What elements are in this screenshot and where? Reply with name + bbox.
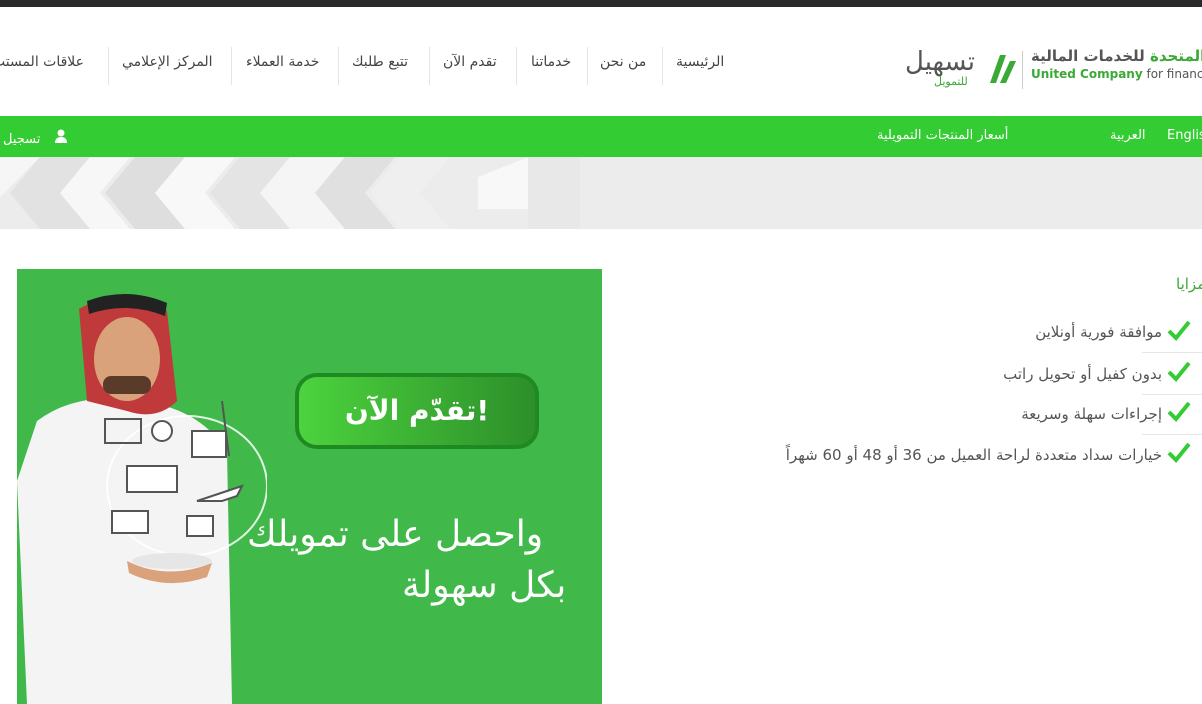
- feature-item: بدون كفيل أو تحويل راتب: [1003, 365, 1162, 383]
- nav-services[interactable]: خدماتنا: [531, 53, 571, 93]
- check-icon: [1167, 361, 1191, 382]
- nav-track-request[interactable]: تتبع طلبك: [352, 53, 408, 93]
- browser-top-strip: [0, 0, 1202, 7]
- nav-divider: [231, 47, 232, 85]
- feature-divider: [1142, 394, 1202, 395]
- banner-headline-line1: واحصل على تمويلك: [247, 514, 544, 555]
- register-link[interactable]: تسجيل: [3, 128, 67, 147]
- apply-now-button[interactable]: تقدّم الآن!: [295, 373, 539, 449]
- language-arabic-link[interactable]: العربية: [1110, 128, 1146, 143]
- nav-about[interactable]: من نحن: [600, 53, 646, 93]
- nav-divider: [662, 47, 663, 85]
- decorative-pattern-band: [0, 157, 1202, 229]
- language-english-link[interactable]: Englis: [1167, 128, 1202, 143]
- nav-apply-now[interactable]: تقدم الآن: [443, 53, 497, 93]
- man-illustration: [17, 293, 267, 704]
- check-icon: [1167, 401, 1191, 422]
- check-icon: [1167, 442, 1191, 463]
- nav-divider: [108, 47, 109, 85]
- check-icon: [1167, 320, 1191, 341]
- logo-arabic-name: المتحدة للخدمات المالية: [1031, 47, 1202, 65]
- logo-english-name: United Company for financia: [1031, 67, 1202, 81]
- nav-customer-service[interactable]: خدمة العملاء: [246, 53, 319, 93]
- top-green-bar: Englis العربية أسعار المنتجات التمويلية …: [0, 116, 1202, 157]
- nav-investor-relations[interactable]: علاقات المستث: [0, 53, 84, 93]
- nav-divider: [338, 47, 339, 85]
- promo-banner[interactable]: تقدّم الآن! واحصل على تمويلك بكل سهولة: [17, 269, 602, 704]
- nav-divider: [587, 47, 588, 85]
- logo-mark-icon: [990, 55, 1016, 83]
- nav-media-center[interactable]: المركز الإعلامي: [122, 53, 213, 93]
- banner-headline-line2: بكل سهولة: [402, 565, 567, 606]
- feature-item: إجراءات سهلة وسريعة: [1021, 405, 1162, 423]
- nav-home[interactable]: الرئيسية: [676, 53, 724, 93]
- logo-divider: [1022, 51, 1023, 89]
- product-prices-link[interactable]: أسعار المنتجات التمويلية: [877, 128, 1008, 143]
- brand-name-tasheel: تسهيل: [905, 47, 975, 77]
- features-title: مزايا: [1176, 275, 1202, 293]
- chevron-pattern: [0, 157, 1202, 229]
- user-icon: [55, 129, 67, 143]
- brand-subtitle: للتمويل: [934, 75, 968, 88]
- register-label: تسجيل: [3, 132, 41, 147]
- feature-item: موافقة فورية أونلاين: [1035, 323, 1162, 341]
- feature-divider: [1142, 434, 1202, 435]
- nav-divider: [516, 47, 517, 85]
- nav-divider: [429, 47, 430, 85]
- feature-item: خيارات سداد متعددة لراحة العميل من 36 أو…: [785, 446, 1162, 464]
- site-header: الرئيسية من نحن خدماتنا تقدم الآن تتبع ط…: [0, 7, 1202, 116]
- feature-divider: [1142, 352, 1202, 353]
